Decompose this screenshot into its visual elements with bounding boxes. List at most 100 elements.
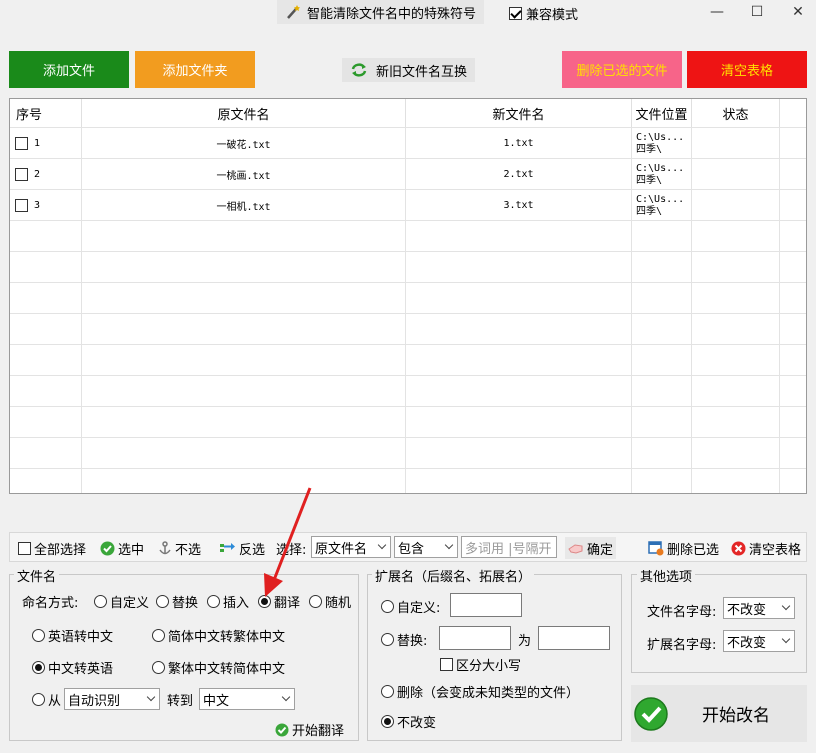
start-translate-button[interactable]: 开始翻译	[275, 720, 344, 739]
naming-mode-label: 随机	[325, 596, 352, 611]
extension-group-title: 扩展名（后缀名、拓展名）	[372, 566, 535, 585]
radio-s2t[interactable]	[152, 629, 165, 642]
radio-ext-delete[interactable]	[381, 685, 394, 698]
naming-mode-label: 命名方式:	[22, 596, 79, 611]
check-circle-icon	[100, 541, 115, 556]
header-status[interactable]: 状态	[692, 99, 780, 127]
table-row[interactable]: 1 一破花.txt 1.txt C:\Us... 四季\	[10, 127, 806, 159]
option-simplified-to-traditional[interactable]: 简体中文转繁体中文	[152, 626, 285, 645]
ext-replace-label: 替换:	[397, 634, 428, 649]
empty-cell	[406, 345, 632, 376]
compat-checkbox-box[interactable]	[509, 7, 522, 20]
case-sensitive-checkbox[interactable]: 区分大小写	[440, 655, 521, 674]
naming-mode-option[interactable]: 替换	[156, 592, 198, 611]
empty-cell	[780, 407, 806, 438]
header-location[interactable]: 文件位置	[632, 99, 692, 127]
ext-custom-input[interactable]	[450, 593, 522, 617]
empty-cell	[632, 314, 692, 345]
header-new-name[interactable]: 新文件名	[406, 99, 632, 127]
option-traditional-to-simplified[interactable]: 繁体中文转简体中文	[152, 658, 285, 677]
ext-replace-to-input[interactable]	[538, 626, 610, 650]
table-row[interactable]: 2 一桃画.txt 2.txt C:\Us... 四季\	[10, 158, 806, 190]
table-row[interactable]: 3 一相机.txt 3.txt C:\Us... 四季\	[10, 189, 806, 221]
row-number-cell: 2	[10, 159, 82, 190]
header-orig-name[interactable]: 原文件名	[82, 99, 406, 127]
ext-delete-label: 删除（会变成未知类型的文件）	[397, 686, 580, 701]
ext-custom-option[interactable]: 自定义:	[381, 597, 440, 616]
clear-table-button[interactable]: 清空表格	[687, 51, 807, 88]
empty-cell	[82, 221, 406, 252]
status-cell	[692, 128, 780, 159]
deselect-label: 不选	[175, 542, 202, 558]
compat-mode-checkbox[interactable]: 兼容模式	[509, 4, 578, 23]
match-select[interactable]: 包含	[394, 536, 458, 558]
option-zh-to-en[interactable]: 中文转英语	[32, 658, 113, 677]
empty-cell	[10, 252, 82, 283]
empty-cell	[632, 252, 692, 283]
add-folder-button[interactable]: 添加文件夹	[135, 51, 255, 88]
toolbar-clear-table-button[interactable]: 清空表格	[731, 537, 801, 559]
minimize-button[interactable]: —	[703, 2, 731, 22]
delete-selected-button[interactable]: 删除已选	[648, 537, 719, 559]
empty-cell	[10, 314, 82, 345]
empty-cell	[692, 252, 780, 283]
delete-window-icon	[648, 540, 664, 556]
radio-zh-to-en[interactable]	[32, 661, 45, 674]
radio-ext-custom[interactable]	[381, 600, 394, 613]
radio-en-to-zh[interactable]	[32, 629, 45, 642]
close-icon: ✕	[792, 4, 804, 20]
select-button[interactable]: 选中	[100, 537, 144, 559]
radio-ext-unchanged[interactable]	[381, 715, 394, 728]
ext-delete-option[interactable]: 删除（会变成未知类型的文件）	[381, 682, 579, 701]
delete-selected-files-button[interactable]: 删除已选的文件	[562, 51, 682, 88]
radio-ext-replace[interactable]	[381, 633, 394, 646]
to-language-select[interactable]: 中文	[199, 688, 295, 710]
filler-cell	[780, 128, 806, 159]
ext-replace-option[interactable]: 替换:	[381, 630, 427, 649]
row-checkbox[interactable]	[15, 168, 28, 181]
naming-mode-radio[interactable]	[156, 595, 169, 608]
naming-mode-option[interactable]: 插入	[207, 592, 249, 611]
ext-unchanged-option[interactable]: 不改变	[381, 712, 436, 731]
empty-cell	[632, 376, 692, 407]
location-text: 四季\	[636, 143, 663, 155]
from-language-select[interactable]: 自动识别	[64, 688, 160, 710]
maximize-button[interactable]: ☐	[743, 2, 771, 22]
keyword-input[interactable]: 多词用 |号隔开	[461, 536, 557, 558]
naming-mode-option[interactable]: 自定义	[94, 592, 149, 611]
empty-cell	[692, 376, 780, 407]
add-file-button[interactable]: 添加文件	[9, 51, 129, 88]
empty-cell	[692, 469, 780, 493]
deselect-button[interactable]: 不选	[158, 537, 201, 559]
ext-replace-from-input[interactable]	[439, 626, 511, 650]
option-en-to-zh-label: 英语转中文	[48, 630, 114, 645]
empty-cell	[692, 407, 780, 438]
radio-t2s[interactable]	[152, 661, 165, 674]
confirm-button[interactable]: 确定	[565, 537, 617, 559]
case-sensitive-box[interactable]	[440, 658, 453, 671]
select-all-box[interactable]	[18, 541, 31, 555]
location-text: C:\Us...	[636, 193, 685, 205]
option-from[interactable]: 从	[32, 690, 61, 709]
delete-selected-label: 删除已选	[667, 542, 720, 558]
select-all-checkbox[interactable]: 全部选择	[18, 537, 86, 559]
close-window-button[interactable]: ✕	[784, 2, 812, 22]
empty-cell	[780, 283, 806, 314]
radio-from[interactable]	[32, 693, 45, 706]
empty-cell	[406, 469, 632, 493]
row-number-cell: 3	[10, 190, 82, 221]
swap-names-button[interactable]: 新旧文件名互换	[342, 58, 476, 82]
status-cell	[692, 190, 780, 221]
table-row	[10, 437, 806, 469]
ext-case-select[interactable]: 不改变	[723, 630, 795, 652]
header-no[interactable]: 序号	[10, 99, 82, 127]
naming-mode-radio[interactable]	[94, 595, 107, 608]
row-checkbox[interactable]	[15, 137, 28, 150]
start-rename-button[interactable]: 开始改名	[631, 685, 807, 742]
naming-mode-label: 自定义	[110, 596, 150, 611]
option-en-to-zh[interactable]: 英语转中文	[32, 626, 113, 645]
row-checkbox[interactable]	[15, 199, 28, 212]
name-case-select[interactable]: 不改变	[723, 597, 795, 619]
naming-mode-radio[interactable]	[207, 595, 220, 608]
empty-cell	[780, 376, 806, 407]
